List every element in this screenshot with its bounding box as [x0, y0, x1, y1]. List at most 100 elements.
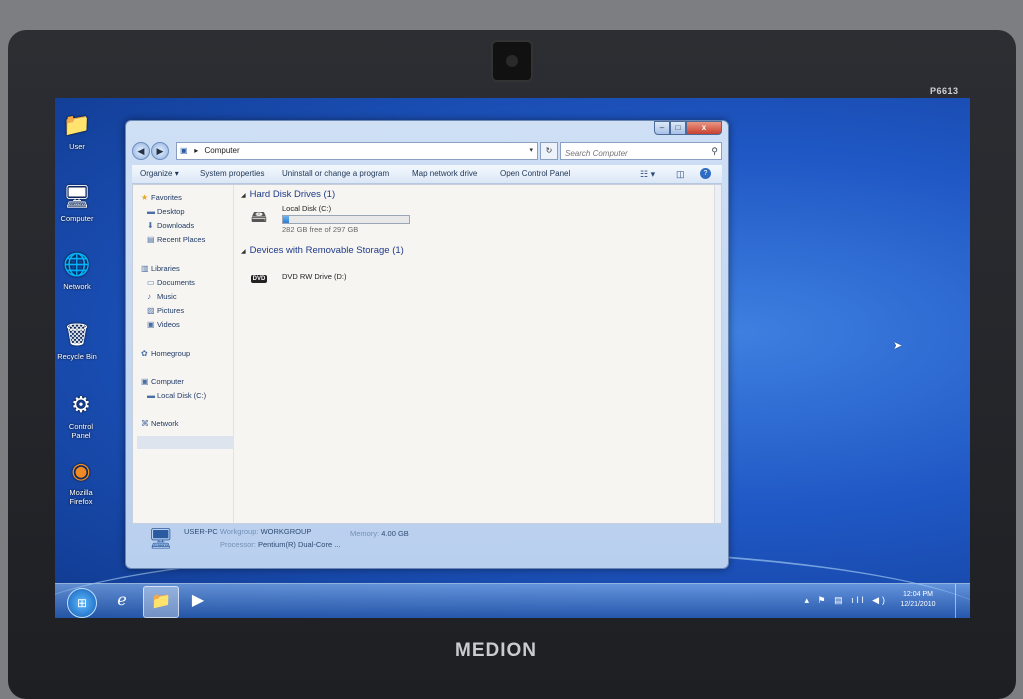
address-bar[interactable]: ▣ ▸ Computer ▾ — [176, 142, 538, 160]
processor-key: Processor: — [220, 540, 256, 549]
system-tray[interactable]: ▴ ⚑ ▤ ıll ◀) — [804, 595, 888, 606]
nav-desktop[interactable]: ▬ Desktop — [147, 207, 185, 216]
maximize-button[interactable]: □ — [670, 121, 686, 135]
model-number: P6613 — [930, 86, 959, 96]
desktop-icon-user[interactable]: 📁 User — [55, 110, 105, 151]
pc-name: USER-PC — [184, 527, 218, 536]
details-pane: 🖥 USER-PC Workgroup: WORKGROUP Memory: 4… — [132, 523, 720, 561]
internet-explorer-taskbar-icon[interactable]: ℯ — [105, 586, 139, 616]
nav-label: Music — [157, 292, 177, 301]
homegroup-icon: ✿ — [141, 349, 148, 358]
memory-key: Memory: — [350, 529, 380, 538]
music-icon: ♪ — [147, 292, 151, 301]
navigation-pane: ★ Favorites ▬ Desktop ⬇ Downloads ▤ Recent P… — [133, 185, 234, 523]
dvd-badge: DVD — [250, 275, 268, 283]
nav-label: Favorites — [151, 193, 182, 202]
nav-favorites[interactable]: ★ Favorites — [141, 193, 182, 202]
nav-documents[interactable]: ▭ Documents — [147, 278, 195, 287]
help-icon[interactable]: ? — [700, 168, 711, 179]
search-input[interactable] — [561, 146, 705, 161]
address-dropdown-icon[interactable]: ▾ — [529, 143, 533, 159]
dvd-drive-label[interactable]: DVD RW Drive (D:) — [282, 272, 346, 281]
system-properties-button[interactable]: System properties — [200, 165, 264, 183]
nav-videos[interactable]: ▣ Videos — [147, 320, 180, 329]
uninstall-program-button[interactable]: Uninstall or change a program — [282, 165, 389, 183]
nav-local-disk[interactable]: ▬ Local Disk (C:) — [147, 391, 206, 400]
close-button[interactable]: x — [686, 121, 722, 135]
explorer-window[interactable]: – □ x ◀ ▶ ▣ ▸ Computer ▾ ↻ ⚲ Organize ▾ … — [125, 120, 729, 569]
desktop-icon-network[interactable]: 🌐 Network — [55, 250, 105, 291]
user-folder-icon: 📁 — [63, 112, 91, 137]
refresh-button[interactable]: ↻ — [540, 142, 558, 160]
group-hard-disk-drives[interactable]: ◢ Hard Disk Drives (1) — [241, 189, 335, 200]
processor-row: Processor: Pentium(R) Dual-Core ... — [220, 540, 340, 549]
nav-label: Recent Places — [157, 235, 206, 244]
start-button[interactable]: ⊞ — [67, 588, 97, 618]
nav-homegroup[interactable]: ✿ Homegroup — [141, 349, 190, 358]
workgroup-key: Workgroup: — [219, 527, 259, 536]
group-removable-storage[interactable]: ◢ Devices with Removable Storage (1) — [241, 245, 404, 256]
desktop-icon-recycle-bin[interactable]: 🗑 Recycle Bin — [55, 320, 105, 361]
open-control-panel-button[interactable]: Open Control Panel — [500, 165, 570, 183]
brand-logo: MEDION — [455, 640, 537, 661]
disk-capacity-fill — [283, 216, 290, 223]
disk-capacity-bar — [282, 215, 410, 224]
clock[interactable]: 12:04 PM 12/21/2010 — [892, 590, 944, 610]
memory-value: 4.00 GB — [381, 529, 409, 538]
nav-recent-places[interactable]: ▤ Recent Places — [147, 235, 205, 244]
clock-time: 12:04 PM — [903, 591, 933, 598]
navigation-bar: ◀ ▶ ▣ ▸ Computer ▾ ↻ ⚲ — [132, 141, 722, 161]
organize-label: Organize — [140, 169, 173, 178]
pictures-icon: ▨ — [147, 306, 155, 315]
desktop-icon-computer[interactable]: 🖥 Computer — [55, 182, 105, 223]
desktop-icon-label: Mozilla Firefox — [69, 488, 93, 506]
desktop-icon-label: Network — [63, 282, 91, 291]
nav-label: Local Disk (C:) — [157, 391, 207, 400]
organize-button[interactable]: Organize ▾ — [140, 165, 179, 183]
computer-small-icon: ▣ — [180, 146, 188, 155]
desktop-icon-firefox[interactable]: ◉ Mozilla Firefox — [55, 456, 109, 506]
desktop-icon: ▬ — [147, 207, 155, 216]
memory-row: Memory: 4.00 GB — [350, 529, 409, 538]
map-network-drive-button[interactable]: Map network drive — [412, 165, 477, 183]
processor-value: Pentium(R) Dual-Core ... — [257, 540, 341, 549]
nav-downloads[interactable]: ⬇ Downloads — [147, 221, 194, 230]
vertical-scrollbar[interactable] — [714, 185, 721, 523]
network-globe-icon: 🌐 — [63, 252, 91, 277]
webcam — [493, 42, 531, 80]
windows-explorer-taskbar-icon[interactable]: 📁 — [143, 586, 179, 618]
nav-label: Downloads — [157, 221, 195, 230]
change-view-icon[interactable]: ☷ ▾ — [640, 165, 655, 183]
clock-date: 12/21/2010 — [900, 601, 936, 608]
pc-name-row: USER-PC Workgroup: WORKGROUP — [184, 527, 311, 536]
collapse-triangle-icon: ◢ — [241, 249, 246, 255]
media-player-taskbar-icon[interactable]: ▶ — [181, 586, 215, 616]
content-area: ★ Favorites ▬ Desktop ⬇ Downloads ▤ Recent P… — [132, 184, 722, 524]
preview-pane-icon[interactable]: ◫ — [676, 165, 685, 183]
forward-button[interactable]: ▶ — [151, 142, 169, 160]
taskbar: ⊞ ℯ 📁 ▶ ▴ ⚑ ▤ ıll ◀) 12:04 PM 12/21/2010 — [55, 583, 970, 618]
show-desktop-button[interactable] — [955, 584, 970, 618]
desktop-icon-label: Recycle Bin — [57, 352, 97, 361]
desktop-icon-label: Computer — [60, 214, 94, 223]
nav-libraries[interactable]: ▥ Libraries — [141, 264, 180, 273]
nav-network[interactable]: ⌘ Network — [141, 419, 179, 428]
local-disk-label[interactable]: Local Disk (C:) — [282, 204, 331, 213]
back-button[interactable]: ◀ — [132, 142, 150, 160]
search-icon[interactable]: ⚲ — [711, 143, 718, 159]
nav-computer[interactable]: ▣ Computer — [141, 377, 184, 386]
nav-music[interactable]: ♪ Music — [147, 292, 177, 301]
control-panel-icon: ⚙ — [71, 392, 91, 417]
nav-label: Pictures — [157, 306, 185, 315]
search-box[interactable]: ⚲ — [560, 142, 722, 161]
network-icon: ⌘ — [141, 419, 149, 428]
nav-pictures[interactable]: ▨ Pictures — [147, 306, 184, 315]
desktop-icon-control-panel[interactable]: ⚙ Control Panel — [55, 390, 109, 440]
breadcrumb-computer[interactable]: Computer — [204, 146, 239, 155]
computer-icon: ▣ — [141, 377, 149, 386]
local-disk-free-space: 282 GB free of 297 GB — [282, 225, 359, 234]
screen: 📁 User 🖥 Computer 🌐 Network 🗑 Recycle Bi… — [55, 98, 970, 618]
recycle-bin-icon: 🗑 — [63, 322, 91, 347]
minimize-button[interactable]: – — [654, 121, 670, 135]
libraries-icon: ▥ — [141, 264, 149, 273]
